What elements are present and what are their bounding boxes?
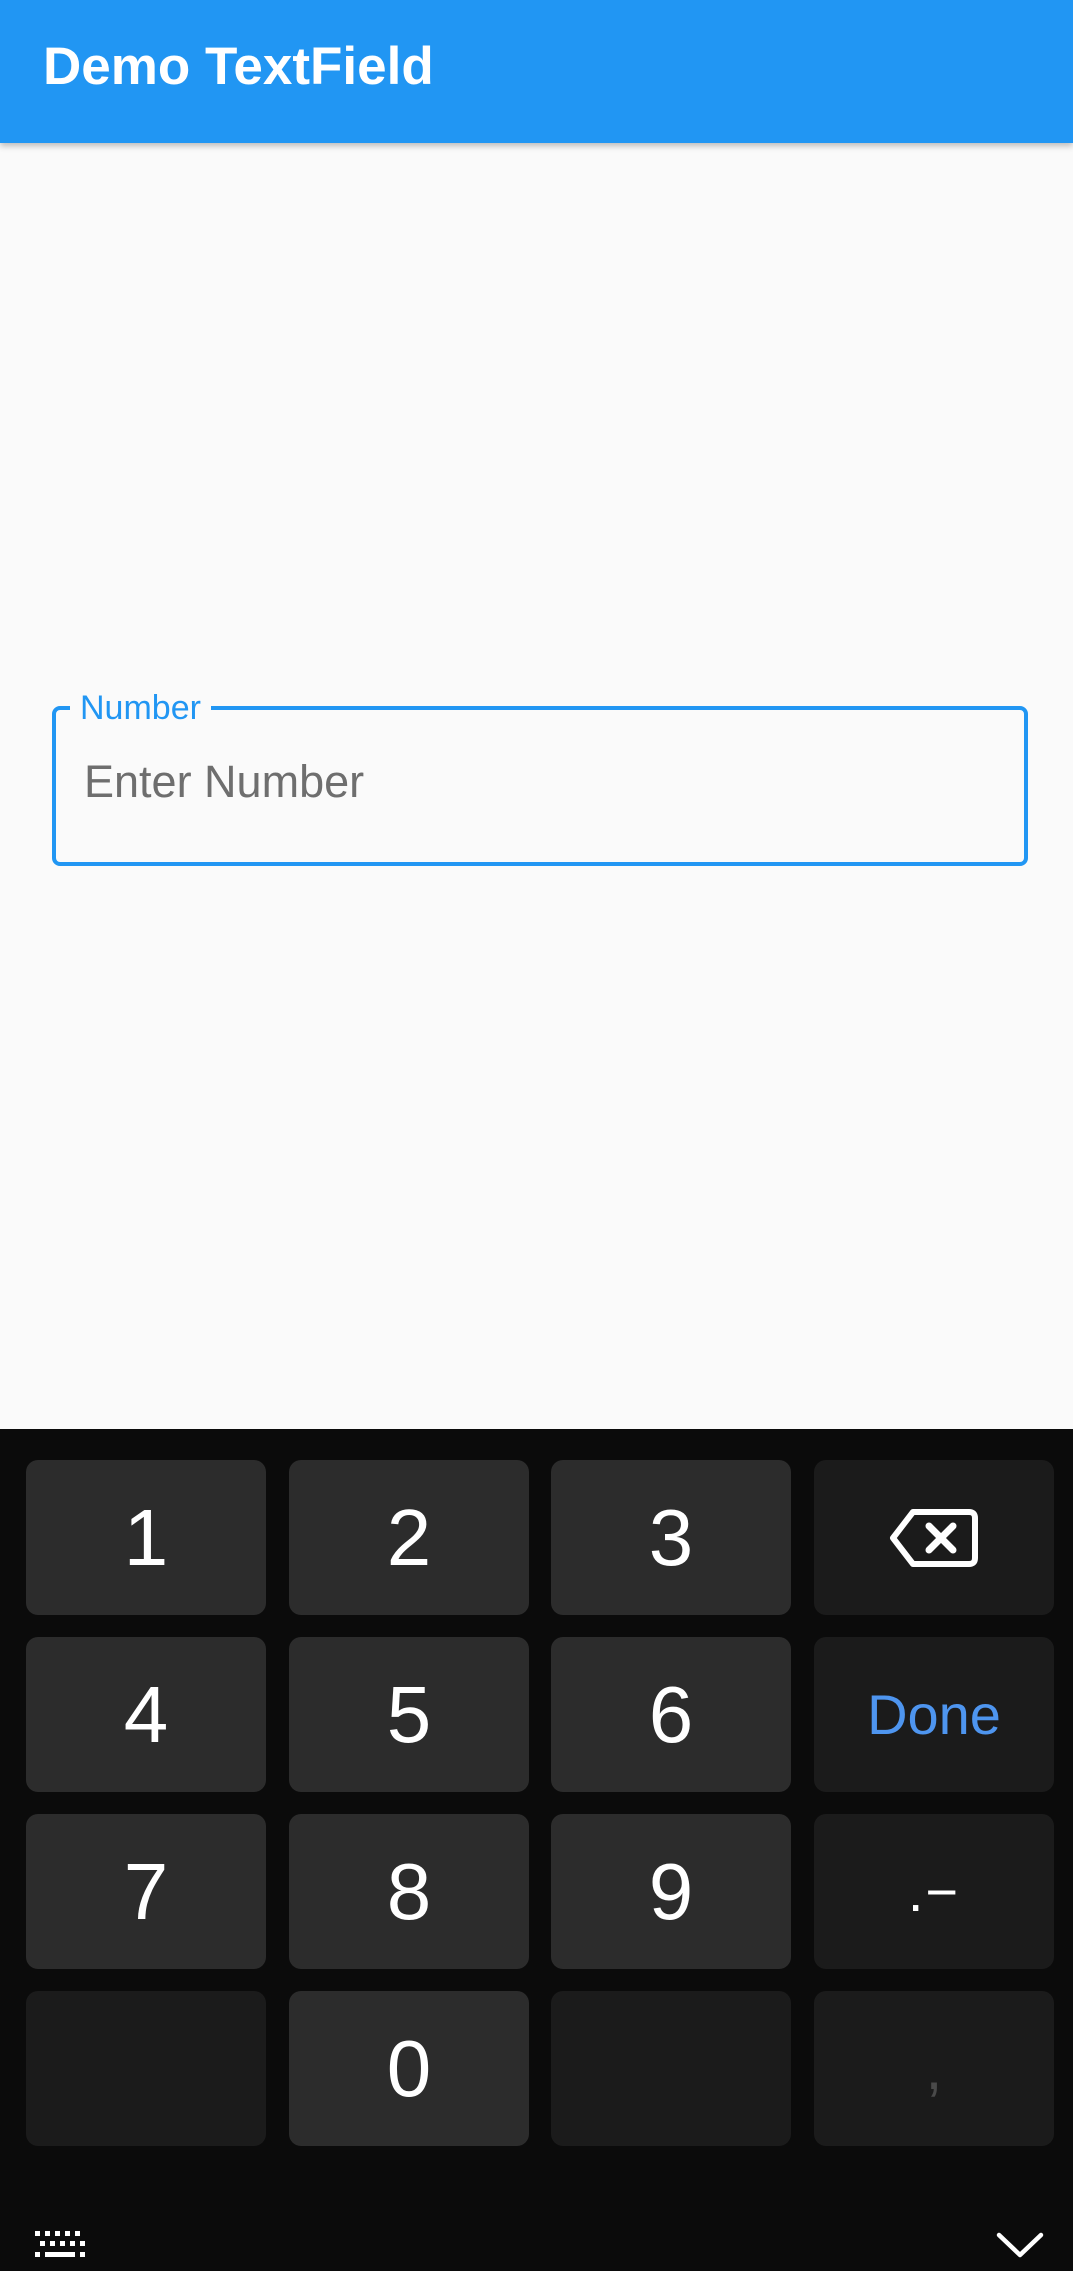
numeric-keyboard: 1 2 3 4 5 6 Done 7 8 9 .− 0 , <box>0 1429 1073 2271</box>
key-9[interactable]: 9 <box>551 1814 791 1969</box>
chevron-down-icon <box>996 2232 1044 2258</box>
key-1[interactable]: 1 <box>26 1460 266 1615</box>
hide-keyboard-button[interactable] <box>990 2225 1050 2265</box>
key-7[interactable]: 7 <box>26 1814 266 1969</box>
key-4-label: 4 <box>123 1669 169 1759</box>
key-8[interactable]: 8 <box>289 1814 529 1969</box>
key-3[interactable]: 3 <box>551 1460 791 1615</box>
page-title: Demo TextField <box>43 37 434 96</box>
key-8-label: 8 <box>386 1846 432 1936</box>
key-7-label: 7 <box>123 1846 169 1936</box>
key-0[interactable]: 0 <box>289 1991 529 2146</box>
backspace-key[interactable] <box>814 1460 1054 1615</box>
key-2[interactable]: 2 <box>289 1460 529 1615</box>
key-1-label: 1 <box>123 1492 169 1582</box>
key-5[interactable]: 5 <box>289 1637 529 1792</box>
punctuation-key-label: .− <box>907 1859 961 1923</box>
punctuation-key[interactable]: .− <box>814 1814 1054 1969</box>
key-4[interactable]: 4 <box>26 1637 266 1792</box>
keyboard-icon <box>35 2231 85 2257</box>
number-text-field[interactable]: Number <box>52 688 1028 866</box>
app-bar: Demo TextField <box>0 0 1073 143</box>
app-screen: Demo TextField Number 1 2 3 4 5 6 Done 7… <box>0 0 1073 2271</box>
blank-key-left <box>26 1991 266 2146</box>
key-2-label: 2 <box>386 1492 432 1582</box>
done-key-label: Done <box>867 1682 1001 1746</box>
key-3-label: 3 <box>648 1492 694 1582</box>
key-9-label: 9 <box>648 1846 694 1936</box>
switch-keyboard-button[interactable] <box>30 2225 90 2265</box>
number-input[interactable] <box>84 750 984 814</box>
number-field-label: Number <box>70 688 211 728</box>
key-0-label: 0 <box>386 2023 432 2113</box>
blank-key-middle <box>551 1991 791 2146</box>
key-5-label: 5 <box>386 1669 432 1759</box>
comma-key: , <box>814 1991 1054 2146</box>
key-6[interactable]: 6 <box>551 1637 791 1792</box>
key-6-label: 6 <box>648 1669 694 1759</box>
comma-key-label: , <box>925 2034 943 2102</box>
backspace-icon <box>890 1508 978 1567</box>
done-key[interactable]: Done <box>814 1637 1054 1792</box>
